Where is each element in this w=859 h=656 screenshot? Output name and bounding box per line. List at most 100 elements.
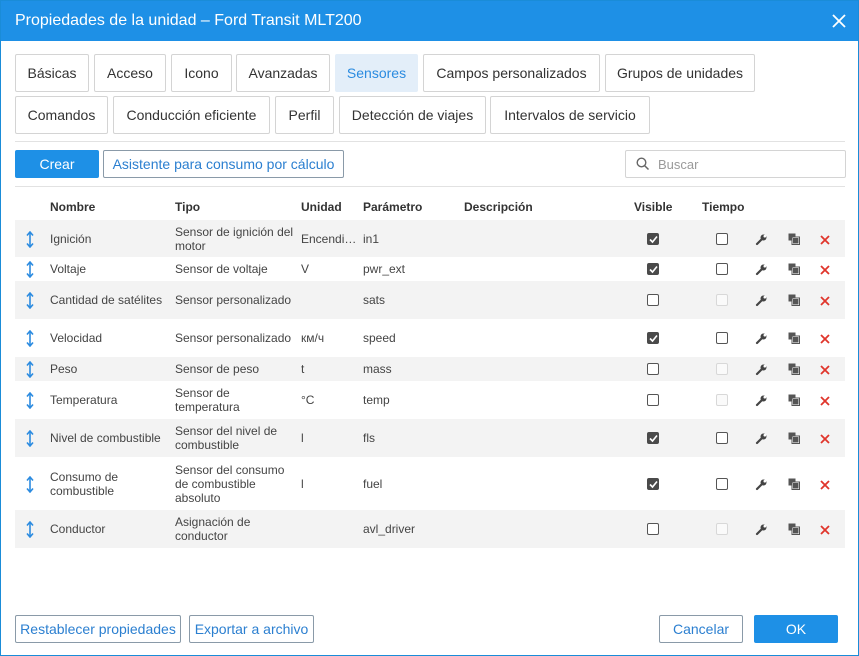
table-row[interactable]: Cantidad de satélites Sensor personalizad…: [15, 281, 845, 319]
table-row[interactable]: Velocidad Sensor personalizado км/ч speed: [15, 319, 845, 357]
delete-icon[interactable]: [820, 295, 830, 309]
sensor-unit: [301, 510, 359, 548]
visible-checkbox[interactable]: [647, 432, 659, 444]
copy-icon[interactable]: [788, 394, 800, 409]
vertical-arrows-icon[interactable]: [26, 230, 34, 251]
wrench-icon[interactable]: [755, 233, 768, 249]
table-row[interactable]: Peso Sensor de peso t mass: [15, 357, 845, 381]
search-input[interactable]: [656, 154, 836, 174]
vertical-arrows-icon[interactable]: [26, 329, 34, 350]
vertical-arrows-icon[interactable]: [26, 360, 34, 381]
table-row[interactable]: Ignición Sensor de ignición del motor Ence…: [15, 220, 845, 257]
vertical-arrows-icon[interactable]: [26, 429, 34, 450]
wrench-icon[interactable]: [755, 294, 768, 310]
table-row[interactable]: Voltaje Sensor de voltaje Vpwr_ext: [15, 257, 845, 281]
time-checkbox[interactable]: [716, 263, 728, 275]
delete-icon[interactable]: [820, 395, 830, 409]
tab-grupos-de-unidades[interactable]: Grupos de unidades: [605, 54, 755, 92]
wrench-icon[interactable]: [755, 478, 768, 494]
sensor-name: Peso: [50, 362, 78, 376]
ok-button[interactable]: OK: [754, 615, 838, 643]
delete-icon[interactable]: [820, 234, 830, 248]
vertical-arrows-icon[interactable]: [26, 475, 34, 496]
delete-icon[interactable]: [820, 364, 830, 378]
delete-icon[interactable]: [820, 479, 830, 493]
visible-checkbox[interactable]: [647, 523, 659, 535]
unit-properties-dialog: Propiedades de la unidad – Ford Transit …: [0, 0, 859, 656]
search-icon: [636, 157, 650, 171]
copy-icon[interactable]: [788, 332, 800, 347]
visible-checkbox[interactable]: [647, 363, 659, 375]
sensor-parameter: temp: [363, 393, 390, 407]
copy-icon[interactable]: [788, 363, 800, 378]
table-row[interactable]: Temperatura Sensor de temperatura °C temp: [15, 381, 845, 419]
time-checkbox[interactable]: [716, 232, 728, 245]
copy-icon[interactable]: [788, 233, 800, 248]
tab-comandos[interactable]: Comandos: [15, 96, 108, 134]
table-row[interactable]: Nivel de combustible Sensor del nivel de …: [15, 419, 845, 457]
cancel-button[interactable]: Cancelar: [659, 615, 743, 643]
tab-deteccion-de-viajes[interactable]: Detección de viajes: [339, 96, 486, 134]
wrench-icon[interactable]: [755, 263, 768, 279]
copy-icon[interactable]: [788, 478, 800, 493]
wrench-icon[interactable]: [755, 432, 768, 448]
delete-icon[interactable]: [820, 264, 830, 278]
tab-avanzadas[interactable]: Avanzadas: [236, 54, 330, 92]
create-button[interactable]: Crear: [15, 150, 99, 178]
delete-icon[interactable]: [820, 524, 830, 538]
column-header-tipo[interactable]: Tipo: [175, 200, 200, 214]
column-header-unidad[interactable]: Unidad: [301, 200, 342, 214]
reset-properties-button[interactable]: Restablecer propiedades: [15, 615, 181, 643]
wrench-icon[interactable]: [755, 523, 768, 539]
wrench-icon[interactable]: [755, 332, 768, 348]
table-row[interactable]: Conductor Asignación de conductor avl_driv…: [15, 510, 845, 548]
sensor-description: [464, 281, 624, 319]
copy-icon[interactable]: [788, 432, 800, 447]
vertical-arrows-icon[interactable]: [26, 291, 34, 312]
copy-icon[interactable]: [788, 523, 800, 538]
visible-checkbox[interactable]: [647, 294, 659, 306]
vertical-arrows-icon[interactable]: [26, 260, 34, 281]
export-to-file-button[interactable]: Exportar a archivo: [189, 615, 314, 643]
sensor-description: [464, 419, 624, 457]
delete-icon[interactable]: [820, 333, 830, 347]
consumption-wizard-button[interactable]: Asistente para consumo por cálculo: [103, 150, 344, 178]
vertical-arrows-icon[interactable]: [26, 391, 34, 412]
sensor-type: Sensor del nivel de combustible: [175, 424, 278, 452]
time-checkbox[interactable]: [716, 432, 728, 444]
vertical-arrows-icon[interactable]: [26, 520, 34, 541]
delete-icon[interactable]: [820, 433, 830, 447]
copy-icon[interactable]: [788, 294, 800, 309]
sensor-description: [464, 381, 624, 419]
copy-icon[interactable]: [788, 263, 800, 278]
sensor-parameter: fls: [363, 431, 375, 445]
time-checkbox[interactable]: [716, 332, 728, 344]
sensor-unit: l: [301, 431, 304, 445]
time-checkbox[interactable]: [716, 477, 728, 490]
table-row[interactable]: Consumo de combustible Sensor del consumo…: [15, 457, 845, 510]
visible-checkbox[interactable]: [647, 394, 659, 406]
tab-icono[interactable]: Icono: [171, 54, 232, 92]
visible-checkbox[interactable]: [647, 477, 659, 490]
visible-checkbox[interactable]: [647, 263, 659, 275]
close-icon[interactable]: [830, 12, 848, 30]
wrench-icon[interactable]: [755, 363, 768, 379]
wrench-icon[interactable]: [755, 394, 768, 410]
tab-intervalos-de-servicio[interactable]: Intervalos de servicio: [490, 96, 650, 134]
column-header-tiempo[interactable]: Tiempo: [702, 200, 744, 214]
visible-checkbox[interactable]: [647, 332, 659, 344]
column-header-visible[interactable]: Visible: [634, 200, 672, 214]
sensor-type: Sensor de ignición del motor: [175, 224, 294, 253]
tab-sensores[interactable]: Sensores: [335, 54, 418, 92]
visible-checkbox[interactable]: [647, 232, 659, 245]
column-header-parametro[interactable]: Parámetro: [363, 200, 422, 214]
tab-perfil[interactable]: Perfil: [275, 96, 334, 134]
column-header-nombre[interactable]: Nombre: [50, 200, 95, 214]
tab-campos-personalizados[interactable]: Campos personalizados: [423, 54, 600, 92]
sensor-parameter: fuel: [363, 476, 383, 491]
tab-acceso[interactable]: Acceso: [94, 54, 166, 92]
sensor-unit: l: [301, 476, 304, 491]
tab-basicas[interactable]: Básicas: [15, 54, 89, 92]
tab-conduccion-eficiente[interactable]: Conducción eficiente: [113, 96, 270, 134]
column-header-descripcion[interactable]: Descripción: [464, 200, 533, 214]
